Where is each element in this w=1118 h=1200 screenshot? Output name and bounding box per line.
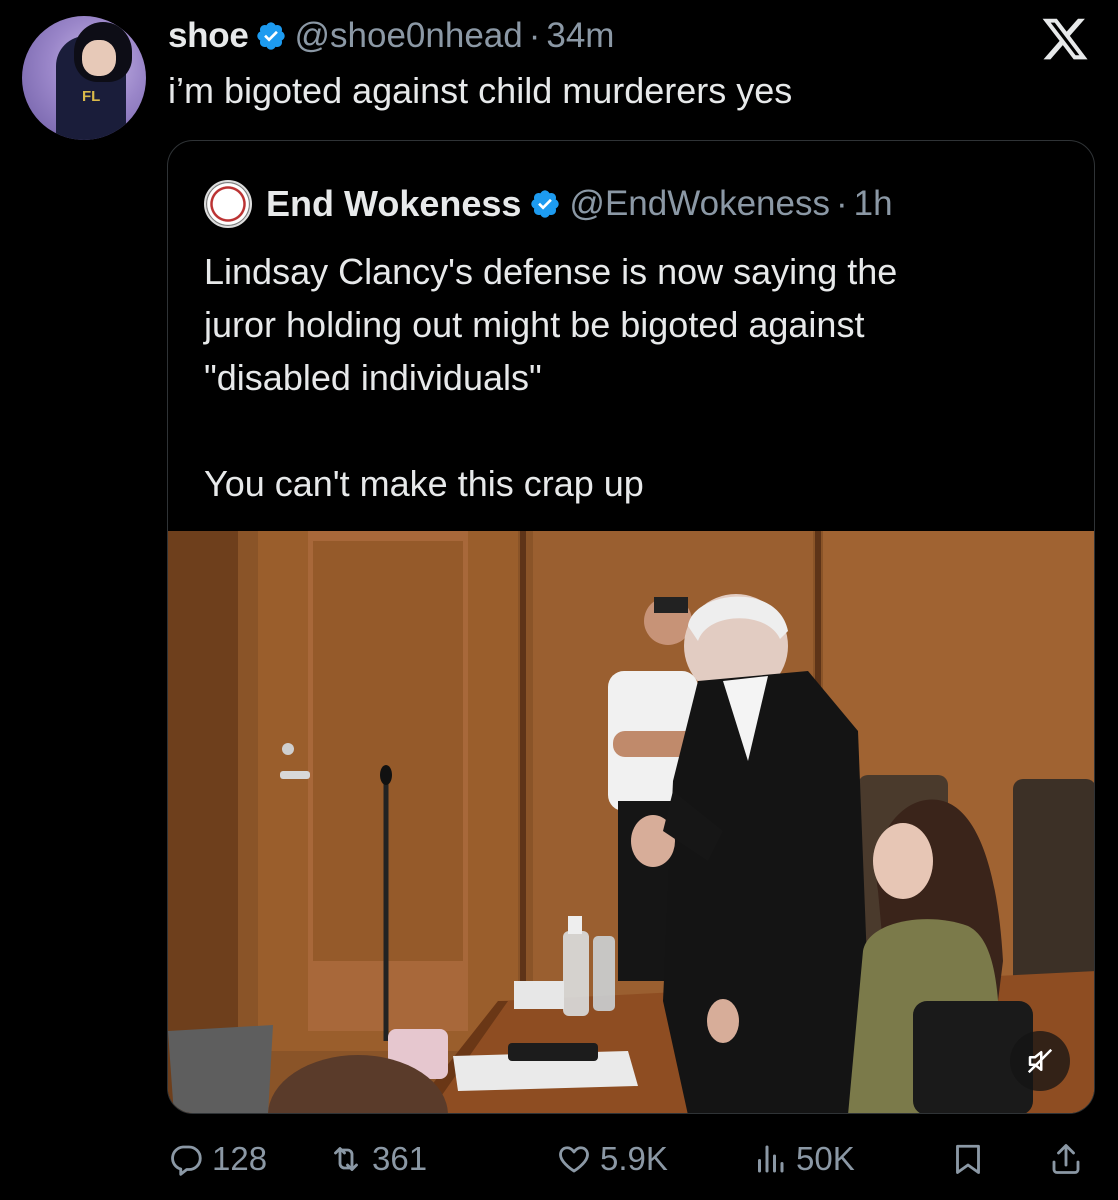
repost-button[interactable]: 361 <box>328 1136 427 1182</box>
quoted-tweet-header: End Wokeness @EndWokeness · 1h <box>204 179 893 229</box>
reply-count: 128 <box>212 1140 268 1177</box>
quoted-author-avatar[interactable] <box>204 180 252 228</box>
author-avatar[interactable]: FL <box>22 16 146 140</box>
quoted-author-name[interactable]: End Wokeness <box>266 183 521 225</box>
avatar-badge: FL <box>82 88 101 105</box>
reply-button[interactable]: 128 <box>168 1136 267 1182</box>
verified-badge-icon <box>256 22 285 50</box>
quoted-tweet[interactable]: End Wokeness @EndWokeness · 1h Lindsay C… <box>167 140 1095 1114</box>
author-handle[interactable]: @shoe0nhead <box>295 16 523 56</box>
tweet-header: shoe @shoe0nhead · 34m <box>168 14 614 58</box>
like-button[interactable]: 5.9K <box>556 1136 668 1182</box>
views-count: 50K <box>796 1140 855 1177</box>
speaker-muted-icon <box>1027 1048 1053 1074</box>
bookmark-button[interactable] <box>950 1136 986 1182</box>
quoted-text-line: You can't make this crap up <box>204 463 644 504</box>
repost-icon <box>334 1147 358 1171</box>
bookmark-icon <box>956 1144 980 1174</box>
quoted-tweet-timestamp[interactable]: 1h <box>854 184 893 224</box>
repost-count: 361 <box>372 1140 428 1177</box>
author-name[interactable]: shoe <box>168 16 249 56</box>
quoted-text-line: "disabled individuals" <box>204 357 542 398</box>
action-bar: 128 361 5.9K 50K <box>168 1136 1098 1182</box>
quoted-video[interactable] <box>168 531 1094 1113</box>
quoted-text-line: juror holding out might be bigoted again… <box>204 304 865 345</box>
views-chart-icon <box>758 1145 784 1173</box>
views-button[interactable]: 50K <box>752 1136 855 1182</box>
quoted-author-handle[interactable]: @EndWokeness <box>569 184 830 224</box>
header-separator: · <box>528 16 541 55</box>
mute-toggle-button[interactable] <box>1010 1031 1070 1091</box>
share-button[interactable] <box>1048 1136 1084 1182</box>
quoted-header-separator: · <box>836 184 848 223</box>
quoted-tweet-text: Lindsay Clancy's defense is now saying t… <box>204 245 1064 510</box>
like-count: 5.9K <box>600 1140 668 1177</box>
reply-icon <box>171 1145 202 1176</box>
tweet-text: i’m bigoted against child murderers yes <box>168 70 793 111</box>
tweet: FL shoe @shoe0nhead · 34m i’m bigoted ag… <box>0 0 1118 1200</box>
x-logo-icon <box>1042 18 1088 60</box>
video-frame <box>168 531 1094 1113</box>
share-icon <box>1052 1144 1080 1174</box>
verified-badge-icon <box>531 190 560 218</box>
tweet-timestamp[interactable]: 34m <box>546 16 614 56</box>
quoted-text-line: Lindsay Clancy's defense is now saying t… <box>204 251 898 292</box>
heart-icon <box>559 1146 589 1173</box>
avatar-face <box>82 40 116 76</box>
